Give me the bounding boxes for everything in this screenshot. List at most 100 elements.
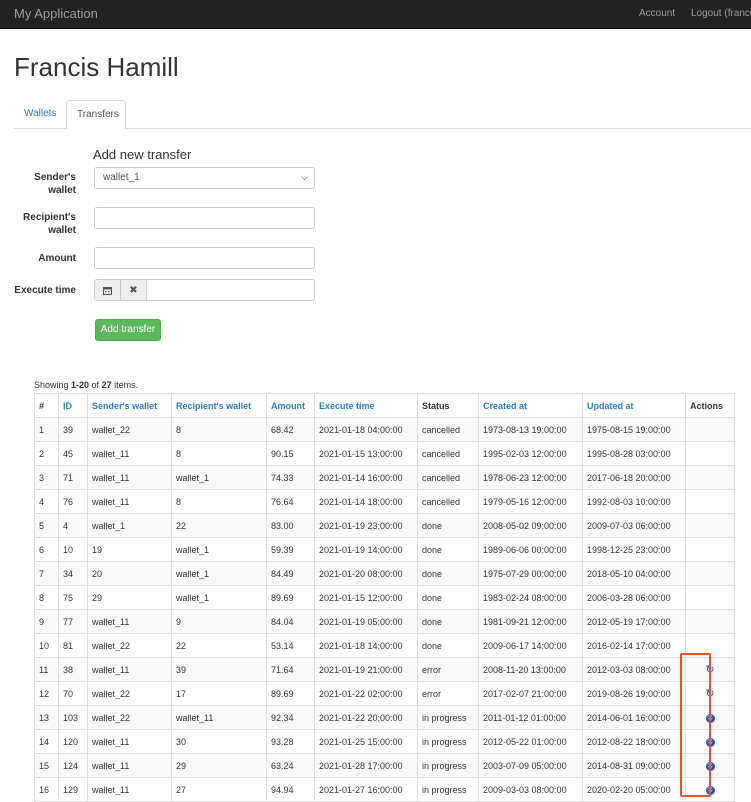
- cell-updated-at: 1975-08-15 19:00:00: [582, 417, 686, 442]
- col-header-amount[interactable]: Amount: [266, 393, 315, 418]
- cell-updated-at: 2006-03-28 06:00:00: [582, 585, 686, 610]
- cell-sender: wallet_11: [87, 753, 172, 778]
- col-header-sender[interactable]: Sender's wallet: [87, 393, 172, 418]
- cell-index: 11: [34, 657, 59, 682]
- cell-updated-at: 2012-08-22 18:00:00: [582, 729, 686, 754]
- cell-created-at: 2011-01-12 01:00:00: [478, 705, 583, 730]
- cell-sender: wallet_22: [87, 705, 172, 730]
- col-header-created-at[interactable]: Created at: [478, 393, 583, 418]
- cell-status: cancelled: [417, 465, 479, 490]
- col-header-updated-at[interactable]: Updated at: [582, 393, 686, 418]
- cell-id: 34: [58, 561, 88, 586]
- cell-index: 15: [34, 753, 59, 778]
- cell-recipient: wallet_1: [171, 465, 267, 490]
- page-title: Francis Hamill: [14, 52, 179, 82]
- cell-recipient: 8: [171, 441, 267, 466]
- recipient-wallet-input[interactable]: [94, 207, 315, 229]
- cell-actions: [685, 441, 735, 466]
- cell-id: 39: [58, 417, 88, 442]
- cell-sender: wallet_11: [87, 777, 172, 802]
- col-header-execute-time[interactable]: Execute time: [314, 393, 418, 418]
- calendar-icon[interactable]: [95, 280, 121, 300]
- top-navbar: My Application Account Logout (francis: [0, 0, 751, 29]
- cell-id: 71: [58, 465, 88, 490]
- cell-recipient: wallet_1: [171, 561, 267, 586]
- cell-amount: 63.24: [266, 753, 315, 778]
- summary-text: Showing 1-20 of 27 items.: [34, 380, 139, 390]
- table-row: 3 71 wallet_11 wallet_1 74.33 2021-01-14 16:0…: [34, 465, 735, 490]
- cell-id: 45: [58, 441, 88, 466]
- clear-icon[interactable]: ✖: [121, 280, 147, 300]
- table-header-row: # ID Sender's wallet Recipient's wallet …: [34, 393, 735, 418]
- cell-status: in progress: [417, 753, 479, 778]
- cell-execute-time: 2021-01-19 21:00:00: [314, 657, 418, 682]
- recipient-wallet-label: Recipient's wallet: [23, 212, 76, 236]
- table-row: 16 129 wallet_11 27 94.94 2021-01-27 16:00:00…: [34, 777, 735, 802]
- cell-created-at: 2003-07-09 05:00:00: [478, 753, 583, 778]
- cell-execute-time: 2021-01-14 16:00:00: [314, 465, 418, 490]
- cell-id: 38: [58, 657, 88, 682]
- cell-execute-time: 2021-01-18 14:00:00: [314, 633, 418, 658]
- amount-input[interactable]: [94, 247, 315, 269]
- sender-wallet-value: wallet_1: [103, 172, 140, 183]
- cell-amount: 92.34: [266, 705, 315, 730]
- cell-updated-at: 2018-05-10 04:00:00: [582, 561, 686, 586]
- cell-actions: [685, 561, 735, 586]
- cell-created-at: 1983-02-24 08:00:00: [478, 585, 583, 610]
- cell-recipient: 8: [171, 489, 267, 514]
- table-row: 15 124 wallet_11 29 63.24 2021-01-28 17:00:00…: [34, 753, 735, 778]
- cell-execute-time: 2021-01-15 12:00:00: [314, 585, 418, 610]
- table-row: 7 34 20 wallet_1 84.49 2021-01-20 08:00:00 don…: [34, 561, 735, 586]
- cell-id: 10: [58, 537, 88, 562]
- summary-range: 1-20: [71, 380, 90, 390]
- cell-index: 1: [34, 417, 59, 442]
- col-header-index: #: [34, 393, 59, 418]
- cell-id: 81: [58, 633, 88, 658]
- cell-updated-at: 2014-06-01 16:00:00: [582, 705, 686, 730]
- cell-actions: [685, 513, 735, 538]
- cell-execute-time: 2021-01-18 04:00:00: [314, 417, 418, 442]
- execute-time-input[interactable]: [147, 280, 314, 300]
- cell-actions: [685, 465, 735, 490]
- cell-recipient: wallet_1: [171, 585, 267, 610]
- col-header-status: Status: [417, 393, 479, 418]
- cell-sender: 20: [87, 561, 172, 586]
- tab-transfers[interactable]: Transfers: [66, 100, 126, 130]
- cell-status: error: [417, 681, 479, 706]
- cell-status: done: [417, 513, 479, 538]
- brand-link[interactable]: My Application: [14, 6, 98, 21]
- tab-bar: Wallets Transfers: [14, 100, 751, 130]
- sender-wallet-select[interactable]: wallet_1 ⌵: [94, 167, 315, 189]
- cell-index: 10: [34, 633, 59, 658]
- tab-wallets[interactable]: Wallets: [14, 100, 66, 129]
- col-header-id[interactable]: ID: [58, 393, 88, 418]
- cell-created-at: 1973-08-13 19:00:00: [478, 417, 583, 442]
- cell-sender: wallet_1: [87, 513, 172, 538]
- table-row: 8 75 29 wallet_1 89.69 2021-01-15 12:00:00 don…: [34, 585, 735, 610]
- cell-sender: wallet_11: [87, 465, 172, 490]
- cell-execute-time: 2021-01-28 17:00:00: [314, 753, 418, 778]
- add-transfer-button[interactable]: Add transfer: [95, 319, 161, 341]
- cell-updated-at: 1992-08-03 10:00:00: [582, 489, 686, 514]
- cell-amount: 68.42: [266, 417, 315, 442]
- cell-amount: 83.00: [266, 513, 315, 538]
- table-row: 13 103 wallet_22 wallet_11 92.34 2021-01-22 2…: [34, 705, 735, 730]
- cell-created-at: 1995-02-03 12:00:00: [478, 441, 583, 466]
- cell-amount: 84.04: [266, 609, 315, 634]
- cell-sender: wallet_11: [87, 489, 172, 514]
- account-link[interactable]: Account: [639, 8, 675, 19]
- cell-index: 8: [34, 585, 59, 610]
- col-header-recipient[interactable]: Recipient's wallet: [171, 393, 267, 418]
- cell-amount: 59.39: [266, 537, 315, 562]
- cell-status: cancelled: [417, 441, 479, 466]
- table-row: 12 70 wallet_22 17 89.69 2021-01-22 02:00:00 e…: [34, 681, 735, 706]
- form-title: Add new transfer: [93, 147, 192, 162]
- sender-wallet-label: Sender's wallet: [34, 172, 76, 196]
- cell-created-at: 1989-06-06 00:00:00: [478, 537, 583, 562]
- cell-amount: 53.14: [266, 633, 315, 658]
- cell-updated-at: 2012-03-03 08:00:00: [582, 657, 686, 682]
- logout-link[interactable]: Logout (francis: [691, 8, 751, 19]
- cell-index: 7: [34, 561, 59, 586]
- cell-created-at: 2017-02-07 21:00:00: [478, 681, 583, 706]
- cell-amount: 84.49: [266, 561, 315, 586]
